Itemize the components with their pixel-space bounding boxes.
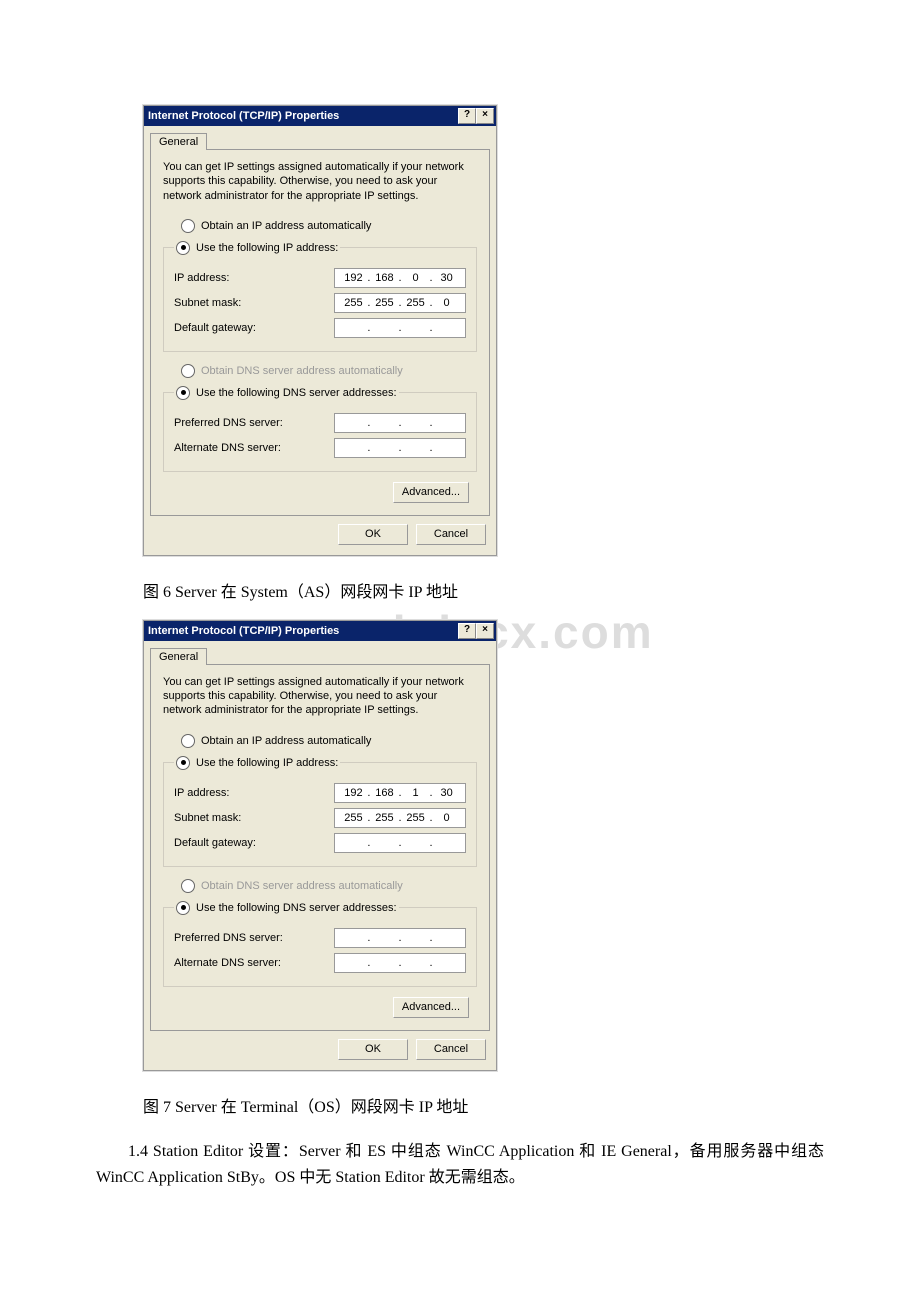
subnet-input[interactable]: 255. 255. 255. 0 — [334, 808, 466, 828]
radio-icon — [176, 901, 190, 915]
body-paragraph: 1.4 Station Editor 设置：Server 和 ES 中组态 Wi… — [96, 1139, 824, 1192]
help-icon[interactable]: ? — [458, 108, 476, 124]
pref-dns-label: Preferred DNS server: — [174, 932, 324, 944]
radio-icon — [181, 364, 195, 378]
pref-dns-input[interactable]: . . . — [334, 928, 466, 948]
tcpip-dialog-1: Internet Protocol (TCP/IP) Properties ? … — [143, 105, 497, 556]
radio-use-ip[interactable]: Use the following IP address: — [176, 754, 338, 772]
help-icon[interactable]: ? — [458, 623, 476, 639]
radio-icon — [176, 241, 190, 255]
ip-group: Use the following IP address: IP address… — [163, 754, 477, 867]
alt-dns-label: Alternate DNS server: — [174, 442, 324, 454]
radio-label: Obtain an IP address automatically — [201, 735, 371, 747]
radio-label: Obtain DNS server address automatically — [201, 365, 403, 377]
titlebar: Internet Protocol (TCP/IP) Properties ? … — [144, 621, 496, 641]
description-text: You can get IP settings assigned automat… — [163, 160, 477, 203]
alt-dns-label: Alternate DNS server: — [174, 957, 324, 969]
radio-label: Use the following IP address: — [196, 242, 338, 254]
radio-icon — [181, 219, 195, 233]
subnet-input[interactable]: 255. 255. 255. 0 — [334, 293, 466, 313]
figure-caption-6: 图 6 Server 在 System（AS）网段网卡 IP 地址 — [143, 578, 920, 602]
alt-dns-input[interactable]: . . . — [334, 953, 466, 973]
radio-label: Use the following IP address: — [196, 757, 338, 769]
gateway-label: Default gateway: — [174, 837, 324, 849]
radio-icon — [181, 734, 195, 748]
radio-icon — [181, 879, 195, 893]
gateway-input[interactable]: . . . — [334, 318, 466, 338]
radio-label: Use the following DNS server addresses: — [196, 902, 397, 914]
gateway-label: Default gateway: — [174, 322, 324, 334]
subnet-label: Subnet mask: — [174, 297, 324, 309]
alt-dns-input[interactable]: . . . — [334, 438, 466, 458]
ip-address-input[interactable]: 192. 168. 1. 30 — [334, 783, 466, 803]
tcpip-dialog-2: Internet Protocol (TCP/IP) Properties ? … — [143, 620, 497, 1071]
ip-group: Use the following IP address: IP address… — [163, 239, 477, 352]
radio-use-dns[interactable]: Use the following DNS server addresses: — [176, 899, 397, 917]
ok-button[interactable]: OK — [338, 524, 408, 545]
radio-use-dns[interactable]: Use the following DNS server addresses: — [176, 384, 397, 402]
titlebar: Internet Protocol (TCP/IP) Properties ? … — [144, 106, 496, 126]
subnet-label: Subnet mask: — [174, 812, 324, 824]
radio-obtain-dns-auto: Obtain DNS server address automatically — [181, 877, 477, 895]
radio-use-ip[interactable]: Use the following IP address: — [176, 239, 338, 257]
advanced-button[interactable]: Advanced... — [393, 997, 469, 1018]
dialog-title: Internet Protocol (TCP/IP) Properties — [148, 625, 339, 637]
radio-obtain-ip-auto[interactable]: Obtain an IP address automatically — [181, 732, 477, 750]
ip-address-label: IP address: — [174, 787, 324, 799]
radio-label: Obtain an IP address automatically — [201, 220, 371, 232]
pref-dns-label: Preferred DNS server: — [174, 417, 324, 429]
advanced-button[interactable]: Advanced... — [393, 482, 469, 503]
tab-general[interactable]: General — [150, 133, 207, 150]
tab-general[interactable]: General — [150, 648, 207, 665]
gateway-input[interactable]: . . . — [334, 833, 466, 853]
radio-label: Obtain DNS server address automatically — [201, 880, 403, 892]
cancel-button[interactable]: Cancel — [416, 524, 486, 545]
cancel-button[interactable]: Cancel — [416, 1039, 486, 1060]
radio-icon — [176, 756, 190, 770]
pref-dns-input[interactable]: . . . — [334, 413, 466, 433]
radio-icon — [176, 386, 190, 400]
close-icon[interactable]: × — [476, 623, 494, 639]
ip-address-input[interactable]: 192. 168. 0. 30 — [334, 268, 466, 288]
ip-address-label: IP address: — [174, 272, 324, 284]
figure-caption-7: 图 7 Server 在 Terminal（OS）网段网卡 IP 地址 — [143, 1093, 920, 1117]
dns-group: Use the following DNS server addresses: … — [163, 899, 477, 987]
dns-group: Use the following DNS server addresses: … — [163, 384, 477, 472]
radio-obtain-dns-auto: Obtain DNS server address automatically — [181, 362, 477, 380]
radio-obtain-ip-auto[interactable]: Obtain an IP address automatically — [181, 217, 477, 235]
description-text: You can get IP settings assigned automat… — [163, 675, 477, 718]
radio-label: Use the following DNS server addresses: — [196, 387, 397, 399]
ok-button[interactable]: OK — [338, 1039, 408, 1060]
dialog-title: Internet Protocol (TCP/IP) Properties — [148, 110, 339, 122]
close-icon[interactable]: × — [476, 108, 494, 124]
